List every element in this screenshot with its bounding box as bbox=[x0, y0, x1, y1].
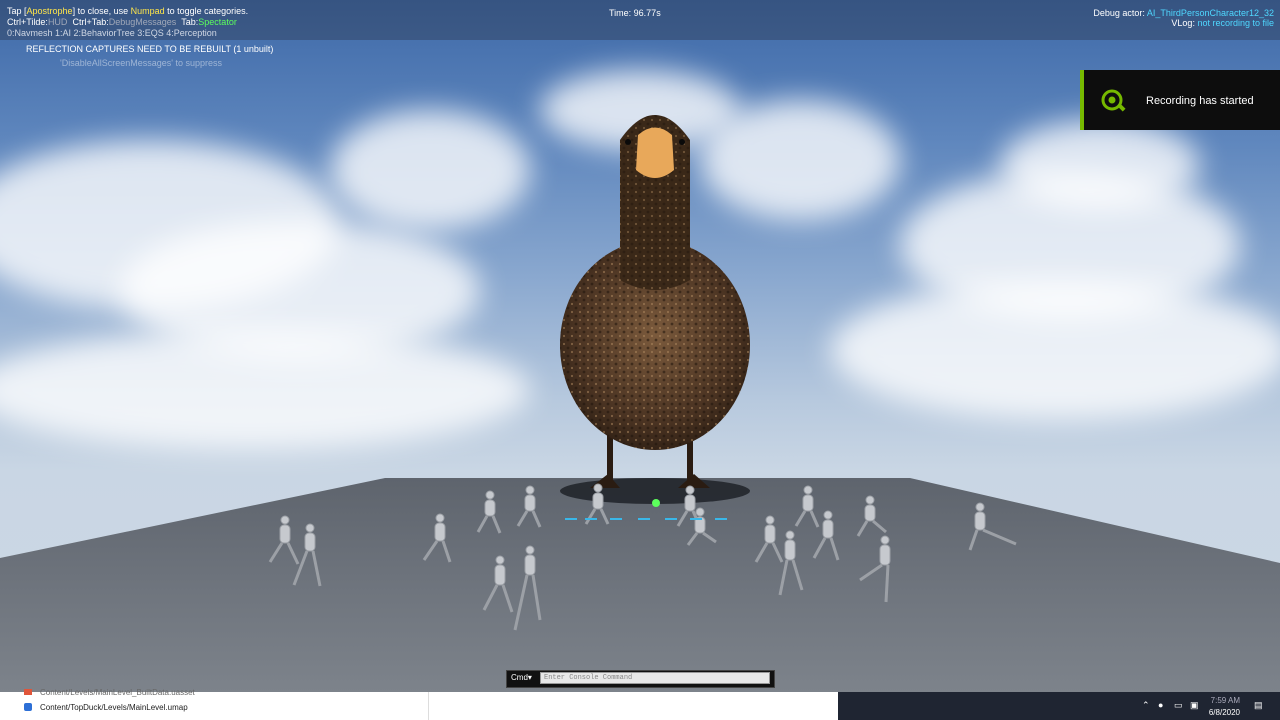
hud-text: Debug actor: bbox=[1093, 8, 1147, 18]
hud-key: Apostrophe bbox=[26, 6, 73, 16]
umap-icon bbox=[24, 703, 32, 711]
debug-actor-name: AI_ThirdPersonCharacter12_32 bbox=[1146, 8, 1274, 18]
hud-value: HUD bbox=[47, 17, 68, 27]
console-bar: Cmd▾ Enter Console Command bbox=[506, 670, 775, 688]
hud-help-line: Tap [Apostrophe] to close, use Numpad to… bbox=[7, 6, 248, 16]
hud-categories-line: 0:Navmesh 1:AI 2:BehaviorTree 3:EQS 4:Pe… bbox=[7, 28, 217, 38]
hud-key: Numpad bbox=[130, 6, 165, 16]
display-icon[interactable]: ▣ bbox=[1190, 700, 1199, 711]
file-item[interactable]: Content/TopDuck/Levels/MainLevel.umap bbox=[40, 703, 188, 712]
uasset-icon bbox=[24, 689, 32, 695]
network-icon[interactable]: ▭ bbox=[1174, 700, 1183, 711]
clock-time: 7:59 AM bbox=[1210, 696, 1240, 705]
hud-value: DebugMessages bbox=[108, 17, 177, 27]
console-cmd-dropdown[interactable]: Cmd▾ bbox=[511, 673, 532, 682]
hud-text: Ctrl+Tab: bbox=[72, 17, 109, 27]
vlog-status: VLog: not recording to file bbox=[1171, 18, 1274, 28]
geforce-record-icon bbox=[1101, 89, 1126, 112]
hud-shortcuts-line: Ctrl+Tilde:HUD Ctrl+Tab:DebugMessages Ta… bbox=[7, 17, 237, 27]
reflection-warning: REFLECTION CAPTURES NEED TO BE REBUILT (… bbox=[26, 44, 274, 54]
file-history-panel: Content/Levels/MainLevel_BuiltData.uasse… bbox=[0, 688, 838, 720]
hud-text: ] to close, use bbox=[72, 6, 131, 16]
notification-icon[interactable]: ▤ bbox=[1254, 700, 1263, 711]
game-time: Time: 96.77s bbox=[609, 8, 661, 18]
microphone-icon[interactable]: ● bbox=[1158, 700, 1163, 710]
system-clock[interactable]: 7:59 AM 6/8/2020 bbox=[1206, 695, 1240, 719]
hud-text: Ctrl+Tilde: bbox=[7, 17, 48, 27]
recording-label: Recording has started bbox=[1146, 95, 1254, 107]
hud-text: to toggle categories. bbox=[164, 6, 249, 16]
vlog-value: not recording to file bbox=[1197, 18, 1274, 28]
hud-text: Tap [ bbox=[7, 6, 27, 16]
hud-text: VLog: bbox=[1171, 18, 1198, 28]
clock-date: 6/8/2020 bbox=[1208, 708, 1240, 717]
hud-value: Spectator bbox=[198, 17, 237, 27]
hud-text: Tab: bbox=[181, 17, 199, 27]
panel-divider bbox=[428, 692, 429, 720]
chevron-up-icon[interactable]: ⌃ bbox=[1142, 700, 1150, 711]
file-item[interactable]: Content/Levels/MainLevel_BuiltData.uasse… bbox=[40, 688, 195, 697]
console-command-input[interactable]: Enter Console Command bbox=[540, 672, 770, 684]
debug-actor: Debug actor: AI_ThirdPersonCharacter12_3… bbox=[1093, 8, 1274, 18]
game-viewport[interactable]: Tap [Apostrophe] to close, use Numpad to… bbox=[0, 0, 1280, 692]
recording-notification: Recording has started bbox=[1080, 70, 1280, 130]
disable-messages-hint: 'DisableAllScreenMessages' to suppress bbox=[60, 58, 223, 68]
